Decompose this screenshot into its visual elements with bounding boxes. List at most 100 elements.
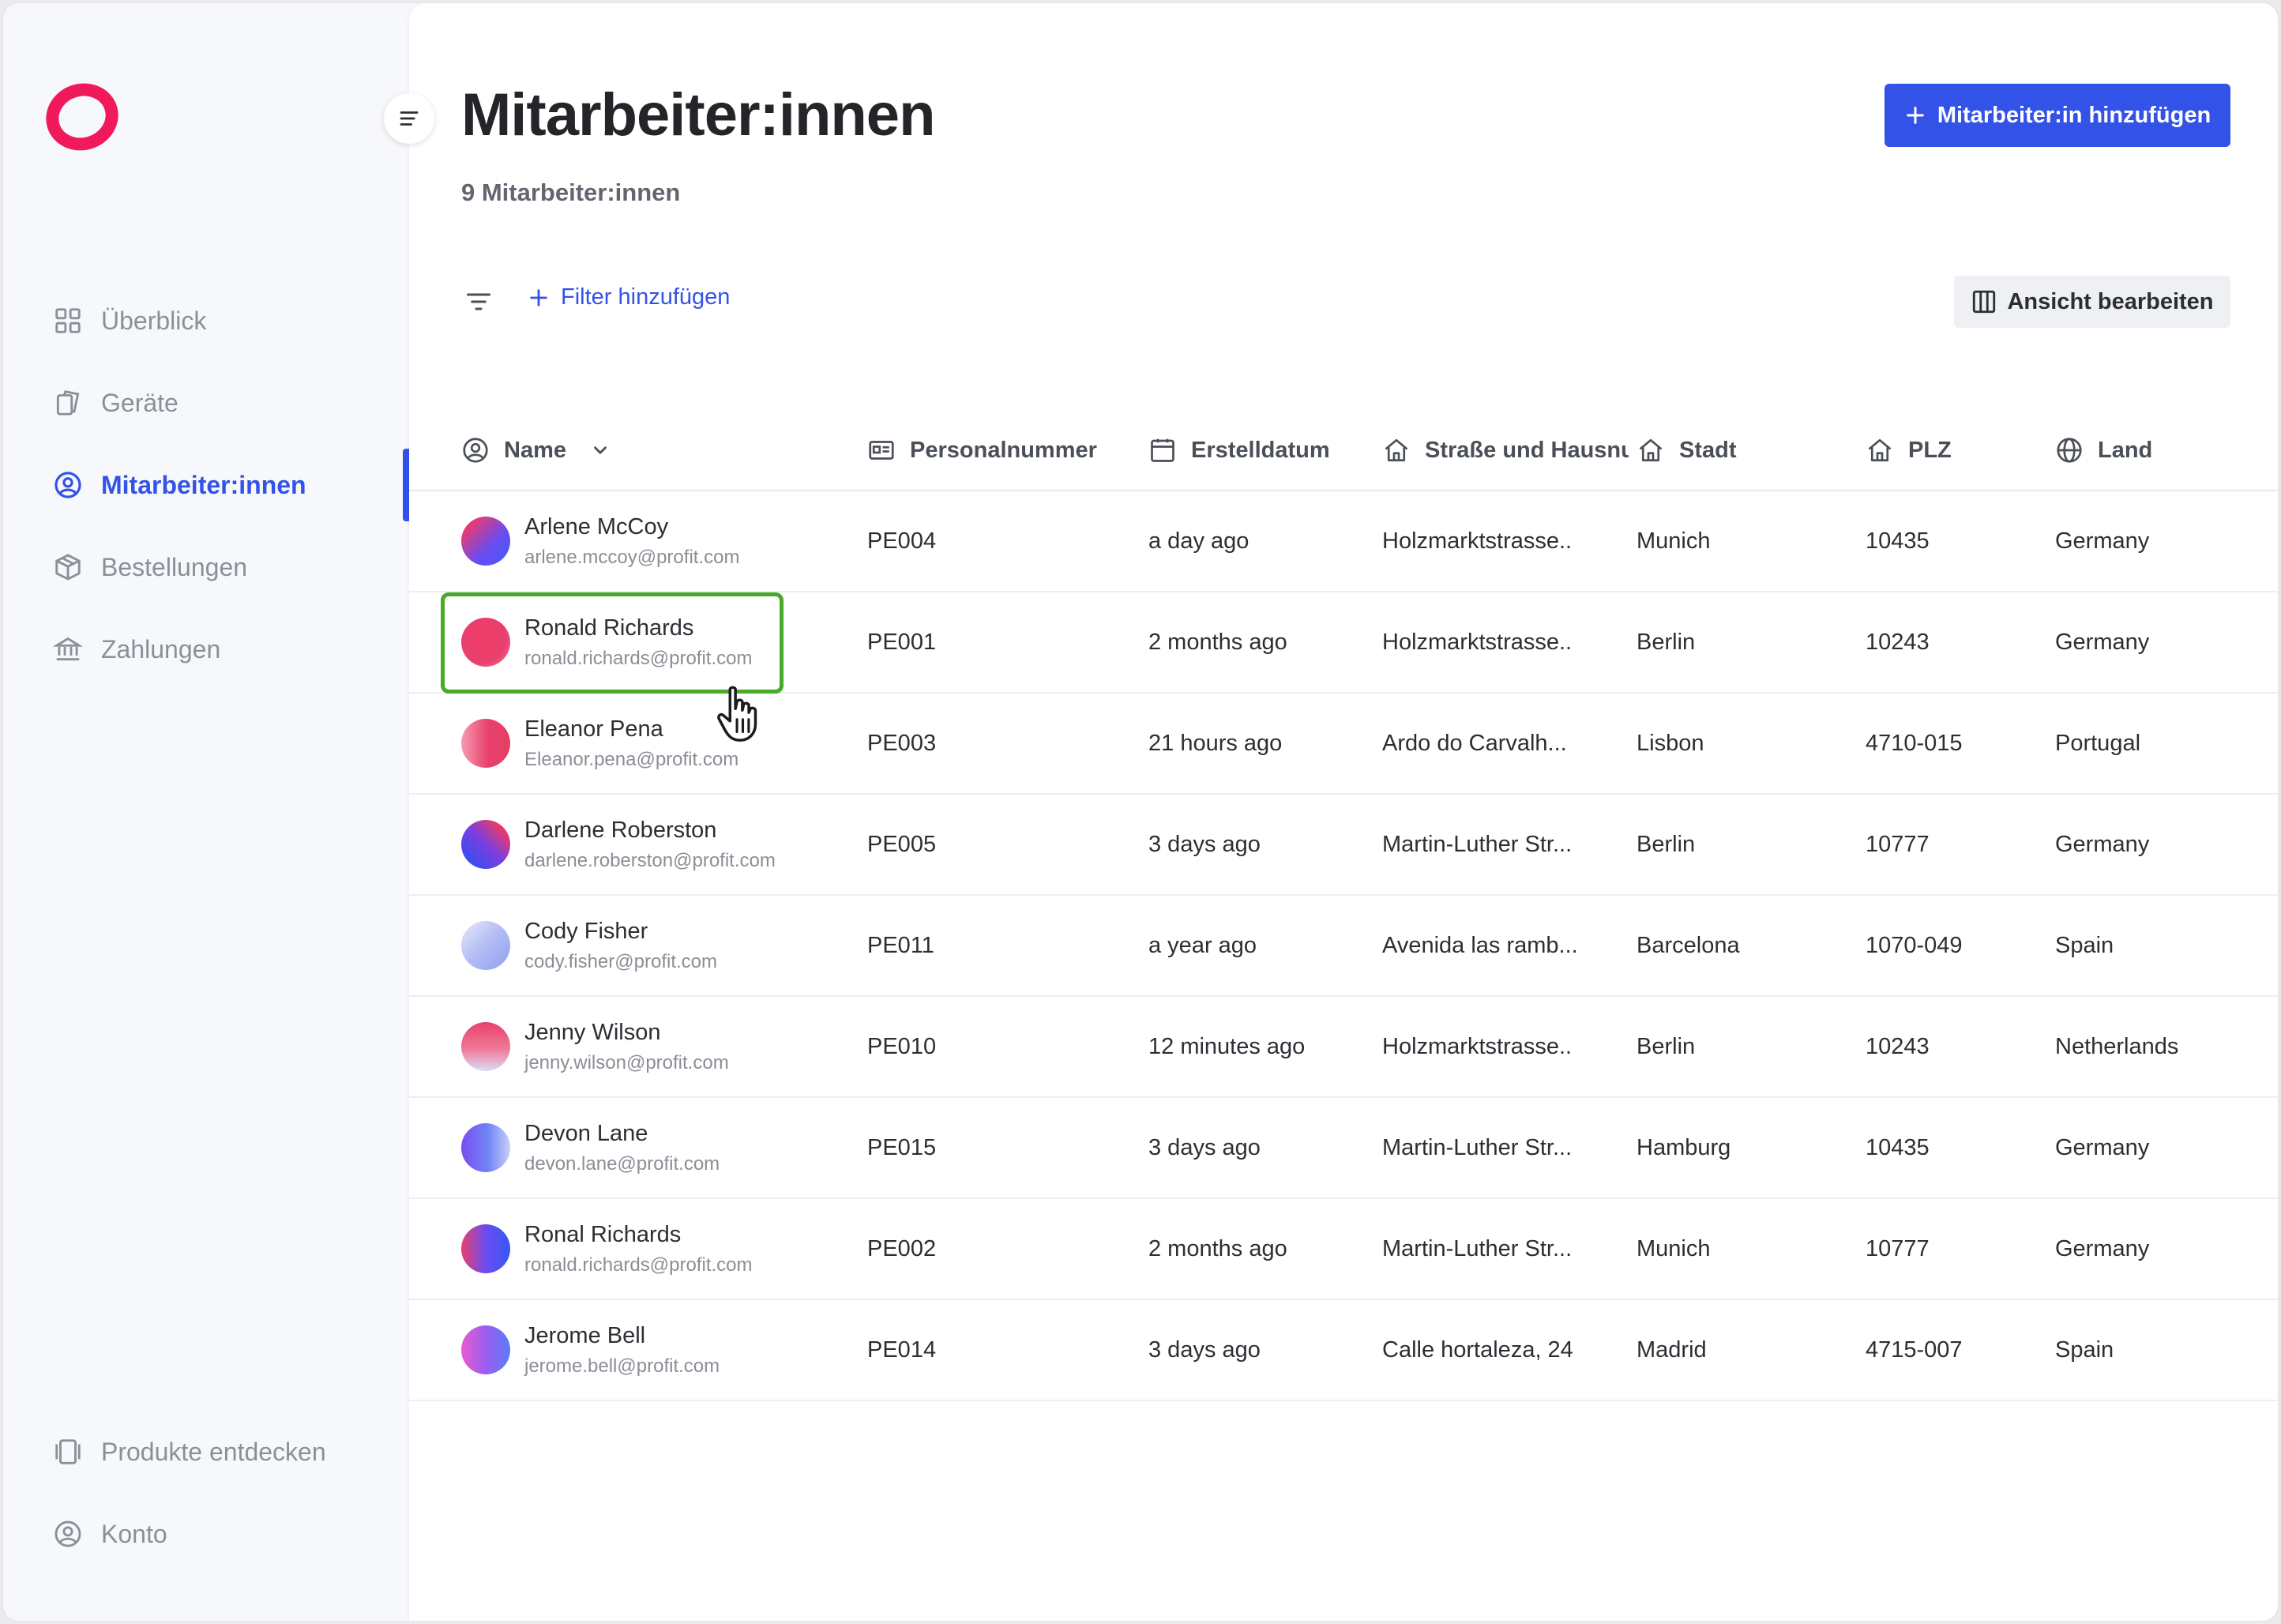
filter-icon[interactable] — [464, 288, 493, 316]
brand-logo — [46, 83, 118, 151]
table-header: Name Personalnummer Erstelldatum Straße … — [409, 409, 2278, 491]
column-label: Erstelldatum — [1191, 437, 1330, 463]
employee-email: ronald.richards@profit.com — [524, 1254, 753, 1276]
page-title: Mitarbeiter:innen — [461, 81, 935, 148]
app-window: Überblick Geräte Mitarbeiter:innen Beste… — [2, 2, 2279, 1622]
avatar — [461, 517, 510, 566]
add-employee-button[interactable]: Mitarbeiter:in hinzufügen — [1885, 84, 2230, 147]
table-row[interactable]: Jenny Wilson jenny.wilson@profit.com PE01… — [409, 997, 2278, 1098]
column-header-employee-number[interactable]: Personalnummer — [867, 409, 1097, 491]
columns-icon — [1973, 290, 1996, 314]
column-label: Name — [504, 437, 566, 463]
city: Berlin — [1637, 629, 1696, 655]
name-cell: Cody Fisher cody.fisher@profit.com — [461, 896, 717, 995]
postal-code: 4710-015 — [1866, 730, 1963, 756]
column-header-street[interactable]: Straße und Hausnummer — [1382, 409, 1629, 491]
employee-number: PE014 — [867, 1336, 937, 1363]
grid-icon — [52, 305, 84, 336]
edit-view-button[interactable]: Ansicht bearbeiten — [1954, 276, 2230, 328]
sidebar-item-label: Mitarbeiter:innen — [101, 470, 306, 499]
table-body: Arlene McCoy arlene.mccoy@profit.com PE00… — [409, 491, 2278, 1401]
created-date: 21 hours ago — [1148, 730, 1283, 756]
city: Hamburg — [1637, 1134, 1731, 1160]
street: Martin-Luther Str... — [1382, 1134, 1573, 1160]
column-label: Stadt — [1679, 437, 1737, 463]
sidebar-item-account[interactable]: Konto — [3, 1493, 409, 1575]
sidebar-toggle-button[interactable] — [384, 93, 434, 144]
employee-name: Darlene Roberston — [524, 817, 717, 843]
sidebar-item-label: Bestellungen — [101, 552, 248, 581]
employee-name: Ronal Richards — [524, 1221, 682, 1247]
avatar — [461, 1224, 510, 1273]
city: Berlin — [1637, 831, 1696, 857]
country: Spain — [2055, 1336, 2114, 1363]
column-header-postal-code[interactable]: PLZ — [1866, 409, 1952, 491]
home-icon — [1868, 438, 1892, 462]
sidebar-item-overview[interactable]: Überblick — [3, 280, 409, 362]
chevron-down-icon[interactable] — [590, 440, 611, 461]
table-row[interactable]: Devon Lane devon.lane@profit.com PE015 3 … — [409, 1098, 2278, 1199]
column-label: Land — [2098, 437, 2153, 463]
sidebar-nav: Überblick Geräte Mitarbeiter:innen Beste… — [3, 280, 409, 690]
table-row[interactable]: Darlene Roberston darlene.roberston@profi… — [409, 795, 2278, 896]
name-cell: Jerome Bell jerome.bell@profit.com — [461, 1300, 720, 1400]
employee-number: PE003 — [867, 730, 937, 756]
postal-code: 1070-049 — [1866, 932, 1963, 958]
name-cell: Darlene Roberston darlene.roberston@profi… — [461, 795, 776, 894]
employee-email: darlene.roberston@profit.com — [524, 849, 776, 871]
postal-code: 10243 — [1866, 1033, 1930, 1059]
name-cell: Ronal Richards ronald.richards@profit.com — [461, 1199, 752, 1299]
city: Barcelona — [1637, 932, 1740, 958]
add-employee-label: Mitarbeiter:in hinzufügen — [1937, 102, 2211, 128]
employee-name: Ronald Richards — [524, 615, 694, 641]
employee-number: PE004 — [867, 528, 937, 554]
add-filter-button[interactable]: Filter hinzufügen — [528, 284, 730, 310]
employee-email: ronald.richards@profit.com — [524, 647, 753, 669]
employee-name: Cody Fisher — [524, 918, 648, 944]
column-header-country[interactable]: Land — [2055, 409, 2152, 491]
user-circle-icon — [52, 469, 84, 501]
column-header-name[interactable]: Name — [461, 409, 611, 491]
table-row[interactable]: Eleanor Pena Eleanor.pena@profit.com PE00… — [409, 694, 2278, 795]
table-row[interactable]: Ronald Richards ronald.richards@profit.co… — [409, 592, 2278, 694]
employee-name: Arlene McCoy — [524, 513, 669, 539]
employee-email: jenny.wilson@profit.com — [524, 1051, 729, 1073]
package-icon — [52, 551, 84, 583]
country: Germany — [2055, 1134, 2150, 1160]
avatar — [461, 1123, 510, 1172]
avatar — [461, 719, 510, 768]
name-cell: Eleanor Pena Eleanor.pena@profit.com — [461, 694, 738, 793]
globe-icon — [2057, 438, 2082, 463]
employee-email: Eleanor.pena@profit.com — [524, 748, 739, 770]
city: Lisbon — [1637, 730, 1704, 756]
created-date: 12 minutes ago — [1148, 1033, 1306, 1059]
city: Madrid — [1637, 1336, 1707, 1363]
avatar — [461, 1022, 510, 1071]
table-row[interactable]: Cody Fisher cody.fisher@profit.com PE011 … — [409, 896, 2278, 997]
street: Holzmarktstrasse.. — [1382, 1033, 1573, 1059]
table-row[interactable]: Jerome Bell jerome.bell@profit.com PE014 … — [409, 1300, 2278, 1401]
sidebar-item-payments[interactable]: Zahlungen — [3, 608, 409, 690]
sidebar-item-devices[interactable]: Geräte — [3, 362, 409, 444]
street: Calle hortaleza, 24 — [1382, 1336, 1573, 1363]
name-cell: Jenny Wilson jenny.wilson@profit.com — [461, 997, 729, 1096]
postal-code: 10435 — [1866, 528, 1930, 554]
column-header-created-date[interactable]: Erstelldatum — [1148, 409, 1330, 491]
country: Germany — [2055, 831, 2150, 857]
table-row[interactable]: Ronal Richards ronald.richards@profit.com… — [409, 1199, 2278, 1300]
table-row[interactable]: Arlene McCoy arlene.mccoy@profit.com PE00… — [409, 491, 2278, 592]
sidebar-item-orders[interactable]: Bestellungen — [3, 526, 409, 608]
country: Germany — [2055, 528, 2150, 554]
sidebar-item-discover-products[interactable]: Produkte entdecken — [3, 1411, 409, 1493]
active-indicator — [403, 449, 409, 521]
id-card-icon — [869, 441, 894, 460]
devices-icon — [52, 387, 84, 419]
street: Martin-Luther Str... — [1382, 831, 1573, 857]
column-header-city[interactable]: Stadt — [1637, 409, 1737, 491]
employee-name: Eleanor Pena — [524, 716, 663, 742]
street: Avenida las ramb... — [1382, 932, 1578, 958]
sidebar-item-employees[interactable]: Mitarbeiter:innen — [3, 444, 409, 526]
employee-number: PE001 — [867, 629, 937, 655]
avatar — [461, 1325, 510, 1374]
sidebar-bottom-nav: Produkte entdecken Konto — [3, 1411, 409, 1575]
